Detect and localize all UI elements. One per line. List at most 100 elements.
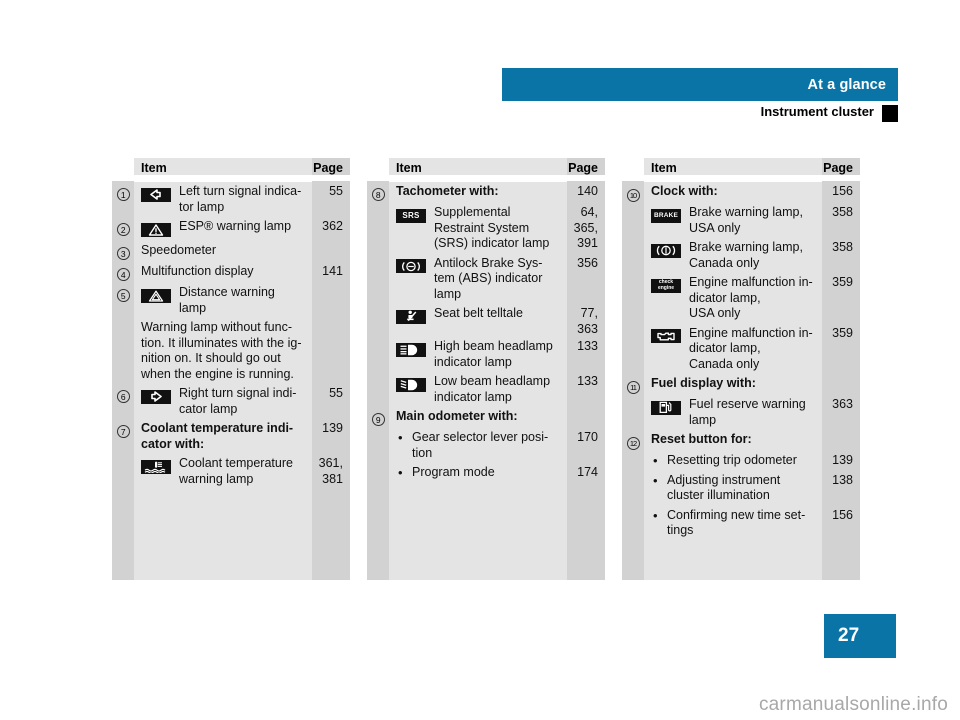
icon-slot: BRAKE	[651, 205, 689, 225]
table-header-row: Item Page	[622, 158, 860, 181]
item-description-cell: Right turn signal indi-cator lamp	[134, 384, 312, 419]
item-description-cell: BRAKE Brake warning lamp, USA only	[644, 203, 822, 238]
item-text: Seat belt telltale	[434, 306, 523, 320]
icon-slot: SRS	[396, 205, 434, 225]
item-number-badge: 9	[371, 413, 385, 426]
item-text: Multifunction display	[141, 264, 254, 278]
item-number-cell	[622, 203, 644, 238]
item-description-cell: Coolant temperature indi-cator with:	[134, 419, 312, 454]
item-number-cell	[367, 337, 389, 372]
item-text: Main odometer with:	[396, 409, 518, 423]
page-reference: 138	[822, 470, 860, 506]
page-reference: 140	[567, 182, 605, 203]
table-body: 10 Clock with: 156 BRAKE Brake warning lamp,…	[622, 182, 860, 580]
table-row: 4 Multifunction display 141	[112, 262, 350, 283]
item-line: Clock with:	[651, 184, 822, 200]
icon-slot	[651, 397, 689, 417]
table-row: Antilock Brake Sys-tem (ABS) indicator la…	[367, 253, 605, 304]
item-number-cell	[622, 395, 644, 430]
page-reference: 359	[822, 273, 860, 324]
item-number-cell: 9	[367, 407, 389, 428]
item-description-cell: Speedometer	[134, 241, 312, 262]
item-number-cell	[622, 505, 644, 541]
page-reference: 174	[567, 463, 605, 483]
item-text: Distance warning lamp	[179, 285, 275, 315]
fuel-reserve-warning-icon	[651, 400, 681, 415]
item-number-cell: 10	[622, 182, 644, 203]
item-line: Distance warning lamp	[141, 285, 312, 316]
table-row: 3 Speedometer	[112, 241, 350, 262]
page-reference: 133	[567, 372, 605, 407]
item-number-cell	[622, 323, 644, 374]
item-text: Low beam headlamp indicator lamp	[434, 374, 551, 404]
item-line: Left turn signal indica-tor lamp	[141, 184, 312, 215]
item-description-cell: • Gear selector lever posi-tion	[389, 428, 567, 463]
legend-table-column-1: Item Page 1 Left turn signal indica-tor lam…	[112, 158, 350, 580]
item-number-cell: 1	[112, 182, 134, 217]
page-number: 27	[838, 625, 860, 646]
item-description-cell: check engine Engine malfunction in-dicator…	[644, 273, 822, 324]
item-description-cell: SRS Supplemental Restraint System (SRS) ind…	[389, 203, 567, 254]
item-text: Supplemental Restraint System (SRS) indica…	[434, 205, 550, 250]
item-text: Engine malfunction in-dicator lamp, Canad…	[689, 325, 813, 371]
header-item-cell: Item	[134, 158, 312, 175]
list-bullet: •	[653, 472, 658, 488]
table-row: SRS Supplemental Restraint System (SRS) ind…	[367, 203, 605, 254]
item-line: • Program mode	[396, 465, 567, 481]
item-description-cell: Seat belt telltale	[389, 304, 567, 337]
column-header-page: Page	[823, 161, 853, 175]
item-description-cell: Left turn signal indica-tor lamp	[134, 182, 312, 217]
item-number-cell: 8	[367, 182, 389, 203]
table-row: 7 Coolant temperature indi-cator with: 139	[112, 419, 350, 454]
instrument-cluster-legend-tables: Item Page 1 Left turn signal indica-tor lam…	[112, 158, 860, 580]
column-header-page: Page	[313, 161, 343, 175]
table-row: 11 Fuel display with:	[622, 374, 860, 395]
item-number-cell	[112, 318, 134, 384]
page-reference: 55	[312, 182, 350, 217]
header-item-cell: Item	[644, 158, 822, 175]
item-number-cell: 4	[112, 262, 134, 283]
page-reference: 55	[312, 384, 350, 419]
item-description-cell: • Resetting trip odometer	[644, 451, 822, 471]
table-row: 5 Distance warning lamp	[112, 283, 350, 318]
section-header-row: Instrument cluster	[502, 104, 898, 126]
table-filler	[622, 540, 860, 580]
column-header-item: Item	[651, 161, 677, 175]
page-reference	[312, 283, 350, 318]
item-number-cell: 5	[112, 283, 134, 318]
item-description-cell: Coolant temperature warning lamp	[134, 454, 312, 489]
page-reference: 139	[312, 419, 350, 454]
item-number-cell	[367, 253, 389, 304]
table-row: check engine Engine malfunction in-dicator…	[622, 273, 860, 324]
item-line: Coolant temperature indi-cator with:	[141, 421, 312, 452]
legend-table-column-2: Item Page 8 Tachometer with: 140 SRS Supplemen…	[367, 158, 605, 580]
seat-belt-telltale-icon	[396, 309, 426, 324]
table-row: 6 Right turn signal indi-cator lamp 55	[112, 384, 350, 419]
item-number-badge: 4	[116, 268, 130, 281]
table-row: • Adjusting instrument cluster illuminatio…	[622, 470, 860, 506]
table-row: 1 Left turn signal indica-tor lamp 55	[112, 182, 350, 217]
page-reference	[312, 318, 350, 384]
item-description-cell: Fuel display with:	[644, 374, 822, 395]
item-number-cell	[622, 238, 644, 273]
table-row: 10 Clock with: 156	[622, 182, 860, 203]
item-text: Resetting trip odometer	[667, 453, 797, 467]
icon-slot	[396, 306, 434, 326]
header-page-cell: Page	[312, 158, 350, 175]
check-engine-usa-icon: check engine	[651, 278, 681, 293]
item-number-badge: 7	[116, 425, 130, 438]
item-number-cell: 11	[622, 374, 644, 395]
table-row: 8 Tachometer with: 140	[367, 182, 605, 203]
item-line: • Confirming new time set-tings	[651, 508, 822, 539]
site-watermark: carmanualsonline.info	[758, 694, 948, 715]
table-row: High beam headlamp indicator lamp 133	[367, 337, 605, 372]
page-reference: 139	[822, 451, 860, 471]
item-description-cell: Antilock Brake Sys-tem (ABS) indicator la…	[389, 253, 567, 304]
item-text: Reset button for:	[651, 432, 752, 446]
item-line: ESP® warning lamp	[141, 219, 312, 239]
item-line: SRS Supplemental Restraint System (SRS) ind…	[396, 205, 567, 252]
table-row: • Gear selector lever posi-tion 170	[367, 428, 605, 463]
item-number-cell: 3	[112, 241, 134, 262]
item-text: Clock with:	[651, 184, 718, 198]
page-reference	[567, 407, 605, 428]
